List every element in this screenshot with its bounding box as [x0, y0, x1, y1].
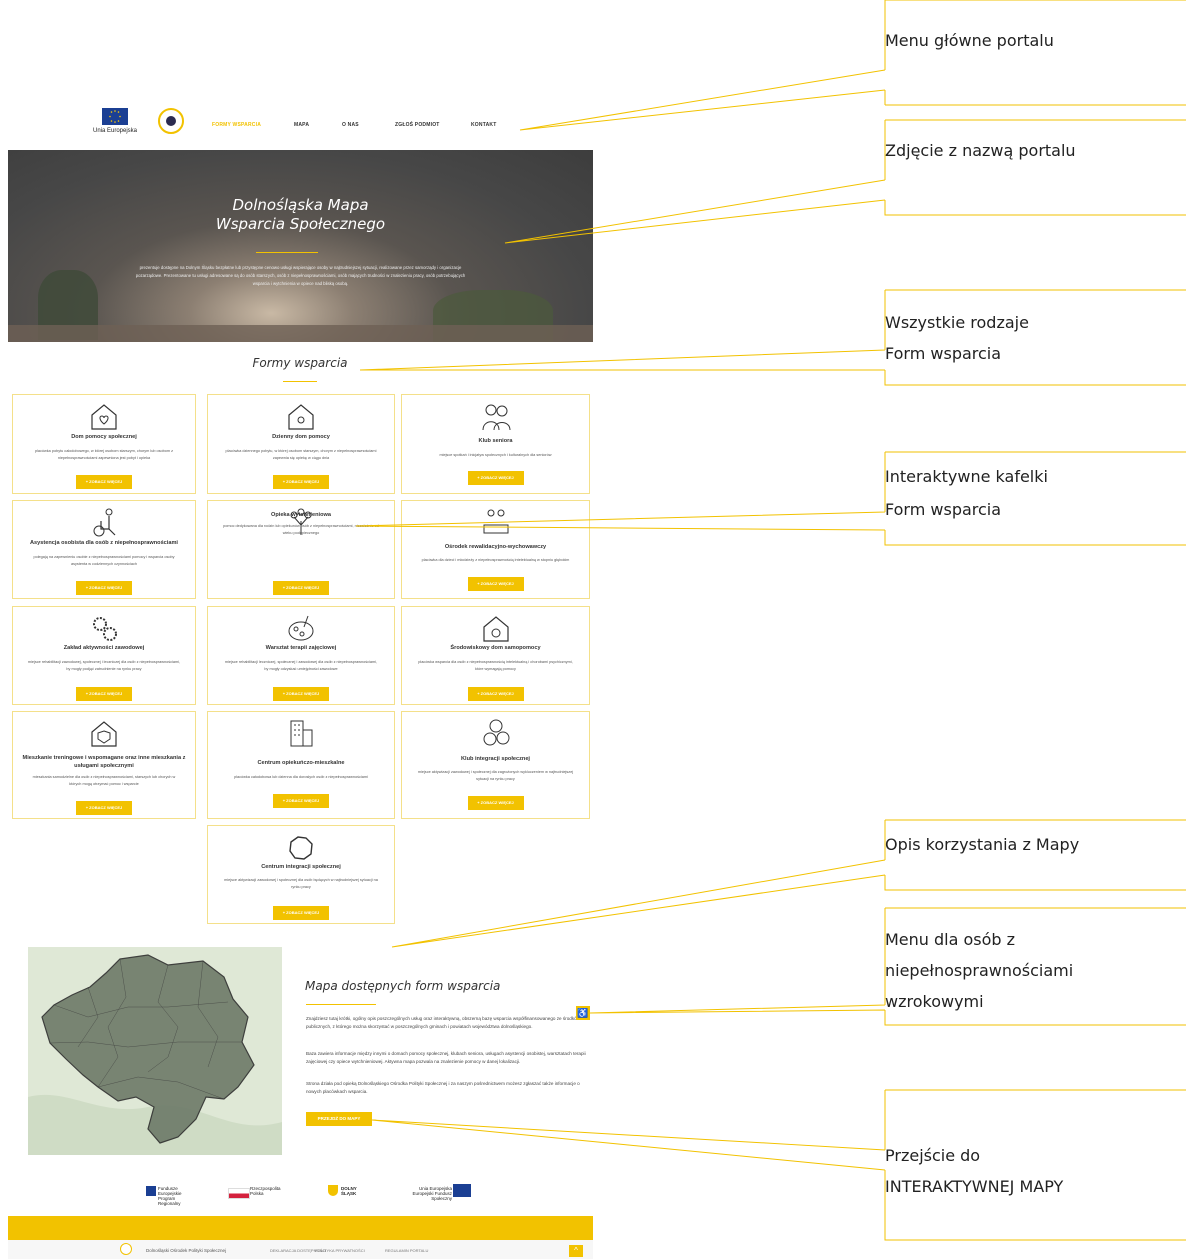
- annotation-go-to-map-2: INTERAKTYWNEJ MAPY: [885, 1177, 1064, 1196]
- annotation-all-forms-2: Form wsparcia: [885, 344, 1002, 363]
- annotation-tiles-2: Form wsparcia: [885, 500, 1002, 519]
- annotation-map-description: Opis korzystania z Mapy: [885, 835, 1080, 854]
- annotation-tiles-1: Interaktywne kafelki: [885, 467, 1048, 486]
- annotation-accessibility-2: niepełnosprawnościami: [885, 961, 1074, 980]
- annotation-accessibility-3: wzrokowymi: [885, 992, 984, 1011]
- annotation-accessibility-1: Menu dla osób z: [885, 930, 1016, 949]
- annotation-lines: [355, 0, 1186, 1241]
- annotation-go-to-map-1: Przejście do: [885, 1146, 981, 1165]
- annotation-all-forms-1: Wszystkie rodzaje: [885, 313, 1029, 332]
- annotation-main-menu: Menu główne portalu: [885, 31, 1054, 50]
- annotation-hero-photo: Zdjęcie z nazwą portalu: [885, 141, 1076, 160]
